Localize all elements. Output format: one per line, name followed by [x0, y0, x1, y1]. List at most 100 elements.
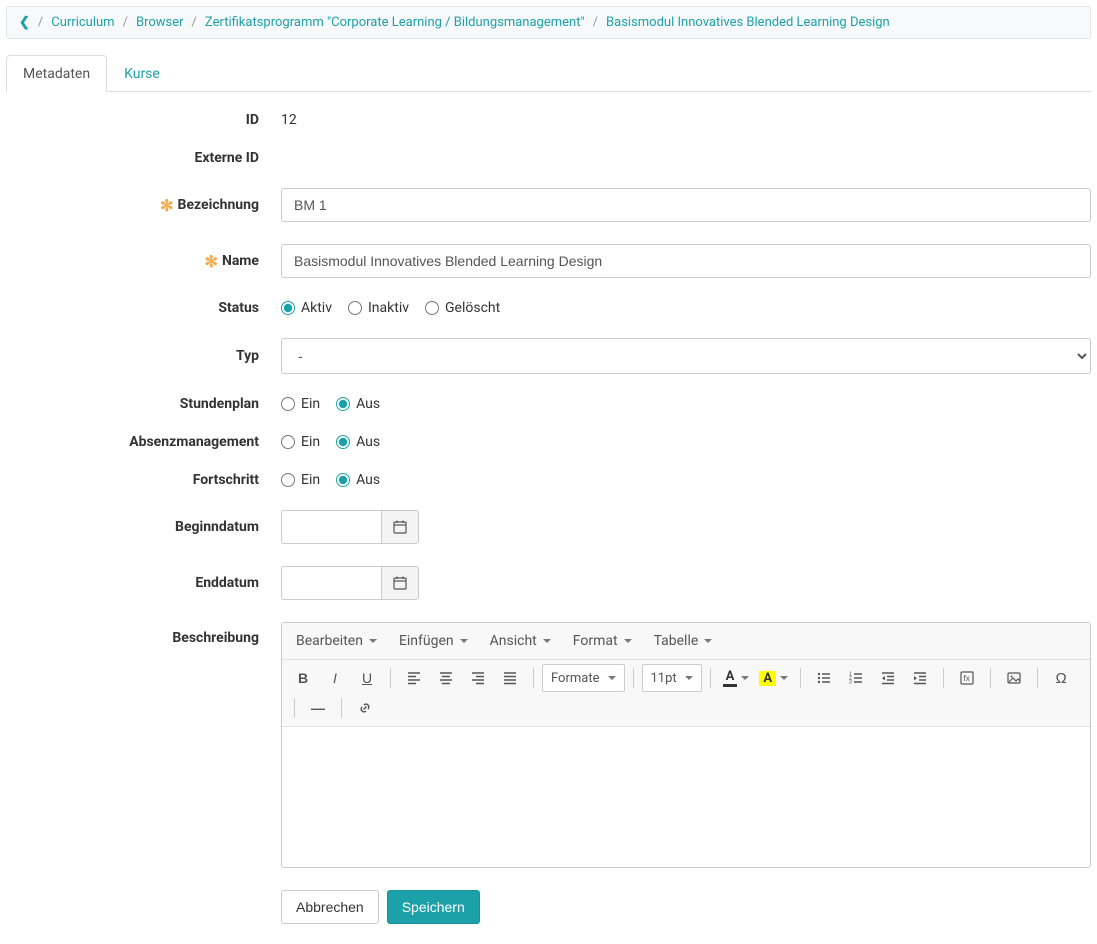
chevron-down-icon: [460, 639, 468, 643]
radio-schedule-off[interactable]: Aus: [336, 396, 380, 412]
tab-metadaten[interactable]: Metadaten: [6, 55, 107, 92]
radio-progress-on[interactable]: Ein: [281, 472, 320, 488]
button-row: Abbrechen Speichern: [281, 890, 1091, 924]
breadcrumb-link-program[interactable]: Zertifikatsprogramm "Corporate Learning …: [205, 15, 585, 30]
image-button[interactable]: [999, 664, 1029, 692]
save-button[interactable]: Speichern: [387, 890, 480, 924]
chevron-down-icon: [685, 676, 693, 680]
toolbar-separator: [390, 668, 391, 688]
text-color-button[interactable]: A: [719, 664, 754, 692]
align-center-button[interactable]: [431, 664, 461, 692]
editor-toolbar: B I U Formate 11pt A A: [282, 660, 1090, 727]
bullet-list-icon: [817, 671, 831, 685]
rich-text-editor: Bearbeiten Einfügen Ansicht Format Tabel…: [281, 622, 1091, 868]
breadcrumb-link-browser[interactable]: Browser: [136, 15, 184, 30]
menubar-insert[interactable]: Einfügen: [391, 629, 476, 653]
label-status: Status: [6, 300, 281, 316]
outdent-button[interactable]: [873, 664, 903, 692]
align-justify-icon: [503, 671, 517, 685]
toolbar-separator: [633, 668, 634, 688]
toolbar-separator: [943, 668, 944, 688]
italic-button[interactable]: I: [320, 664, 350, 692]
toolbar-separator: [294, 698, 295, 718]
breadcrumb-sep: /: [192, 15, 197, 30]
menubar-table[interactable]: Tabelle: [646, 629, 721, 653]
input-end-date[interactable]: [281, 566, 381, 600]
radio-status-active[interactable]: Aktiv: [281, 300, 332, 316]
tab-kurse[interactable]: Kurse: [107, 55, 177, 92]
radio-group-progress: Ein Aus: [281, 472, 380, 488]
breadcrumb-back-icon[interactable]: ❮: [19, 15, 30, 30]
omega-icon: Ω: [1056, 670, 1067, 687]
label-description: Beschreibung: [6, 622, 281, 646]
special-char-button[interactable]: Ω: [1046, 664, 1076, 692]
align-justify-button[interactable]: [495, 664, 525, 692]
select-type[interactable]: -: [281, 338, 1091, 374]
align-right-button[interactable]: [463, 664, 493, 692]
indent-button[interactable]: [905, 664, 935, 692]
radio-group-status: Aktiv Inaktiv Gelöscht: [281, 300, 500, 316]
breadcrumb-current: Basismodul Innovatives Blended Learning …: [606, 15, 890, 30]
bg-color-button[interactable]: A: [755, 664, 792, 692]
radio-group-absence: Ein Aus: [281, 434, 380, 450]
menubar-edit[interactable]: Bearbeiten: [288, 629, 385, 653]
text-color-icon: A: [723, 669, 738, 687]
breadcrumb-sep: /: [123, 15, 128, 30]
radio-group-schedule: Ein Aus: [281, 396, 380, 412]
hr-button[interactable]: —: [303, 694, 333, 722]
math-button[interactable]: fx: [952, 664, 982, 692]
bold-button[interactable]: B: [288, 664, 318, 692]
chevron-down-icon: [704, 639, 712, 643]
breadcrumb-sep: /: [38, 15, 43, 30]
radio-status-deleted[interactable]: Gelöscht: [425, 300, 500, 316]
input-name[interactable]: [281, 244, 1091, 278]
math-icon: fx: [960, 671, 974, 685]
label-progress: Fortschritt: [6, 472, 281, 488]
label-absence: Absenzmanagement: [6, 434, 281, 450]
radio-status-inactive[interactable]: Inaktiv: [348, 300, 409, 316]
editor-content[interactable]: [282, 727, 1090, 867]
chevron-down-icon: [608, 676, 616, 680]
required-icon: ✻: [205, 252, 218, 271]
svg-text:fx: fx: [964, 674, 970, 683]
toolbar-separator: [341, 698, 342, 718]
numbered-list-button[interactable]: 123: [841, 664, 871, 692]
breadcrumb-link-curriculum[interactable]: Curriculum: [51, 15, 114, 30]
fontsize-select[interactable]: 11pt: [642, 664, 702, 692]
label-begin-date: Beginndatum: [6, 519, 281, 535]
calendar-icon: [393, 520, 407, 534]
chevron-down-icon: [369, 639, 377, 643]
align-left-icon: [407, 671, 421, 685]
calendar-button-end[interactable]: [381, 566, 419, 600]
input-identifier[interactable]: [281, 188, 1091, 222]
radio-schedule-on[interactable]: Ein: [281, 396, 320, 412]
toolbar-separator: [990, 668, 991, 688]
bullet-list-button[interactable]: [809, 664, 839, 692]
toolbar-separator: [800, 668, 801, 688]
align-left-button[interactable]: [399, 664, 429, 692]
breadcrumb: ❮ / Curriculum / Browser / Zertifikatspr…: [6, 6, 1091, 39]
underline-button[interactable]: U: [352, 664, 382, 692]
chevron-down-icon: [780, 676, 788, 680]
radio-progress-off[interactable]: Aus: [336, 472, 380, 488]
required-icon: ✻: [160, 196, 173, 215]
label-end-date: Enddatum: [6, 575, 281, 591]
menubar-view[interactable]: Ansicht: [482, 629, 559, 653]
numbered-list-icon: 123: [849, 671, 863, 685]
indent-icon: [913, 671, 927, 685]
radio-absence-off[interactable]: Aus: [336, 434, 380, 450]
link-button[interactable]: [350, 694, 380, 722]
calendar-button-begin[interactable]: [381, 510, 419, 544]
chevron-down-icon: [543, 639, 551, 643]
label-id: ID: [6, 112, 281, 128]
label-external-id: Externe ID: [6, 150, 281, 166]
cancel-button[interactable]: Abbrechen: [281, 890, 379, 924]
formats-select[interactable]: Formate: [542, 664, 625, 692]
image-icon: [1007, 671, 1021, 685]
breadcrumb-sep: /: [593, 15, 598, 30]
label-name: ✻Name: [6, 252, 281, 271]
input-begin-date[interactable]: [281, 510, 381, 544]
radio-absence-on[interactable]: Ein: [281, 434, 320, 450]
menubar-format[interactable]: Format: [565, 629, 640, 653]
tabs: Metadaten Kurse: [6, 55, 1091, 92]
